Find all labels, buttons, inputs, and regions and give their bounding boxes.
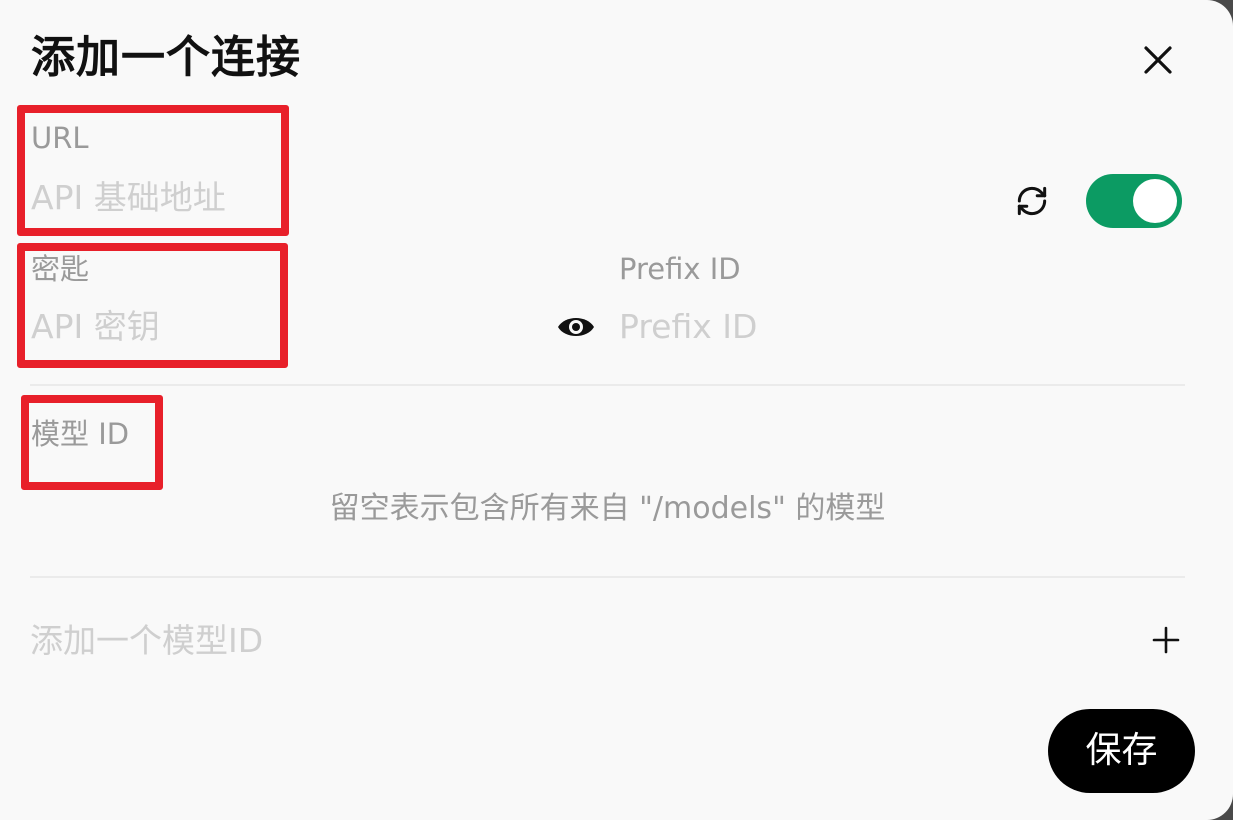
- prefix-id-label: Prefix ID: [619, 252, 741, 286]
- toggle-key-visibility-button[interactable]: [556, 310, 596, 344]
- divider: [30, 576, 1185, 578]
- add-model-id-button[interactable]: [1150, 624, 1182, 656]
- close-icon: [1144, 46, 1172, 74]
- plus-icon: [1152, 626, 1180, 654]
- refresh-icon: [1017, 186, 1047, 216]
- annotation-box-key: [17, 243, 288, 368]
- prefix-id-input[interactable]: [619, 305, 1179, 349]
- toggle-knob: [1133, 179, 1177, 223]
- divider: [30, 384, 1185, 386]
- annotation-box-model-id: [21, 395, 163, 490]
- add-connection-dialog: 添加一个连接 URL 密匙 Prefix ID: [0, 0, 1233, 820]
- add-model-id-input[interactable]: [30, 619, 1120, 663]
- verify-connection-button[interactable]: [1013, 182, 1051, 220]
- dialog-title: 添加一个连接: [31, 32, 301, 83]
- close-button[interactable]: [1138, 40, 1178, 80]
- connection-enabled-toggle[interactable]: [1086, 174, 1182, 228]
- annotation-box-url: [17, 105, 289, 236]
- model-ids-empty-hint: 留空表示包含所有来自 "/models" 的模型: [329, 491, 886, 526]
- save-button[interactable]: 保存: [1048, 709, 1195, 793]
- eye-icon: [558, 318, 594, 336]
